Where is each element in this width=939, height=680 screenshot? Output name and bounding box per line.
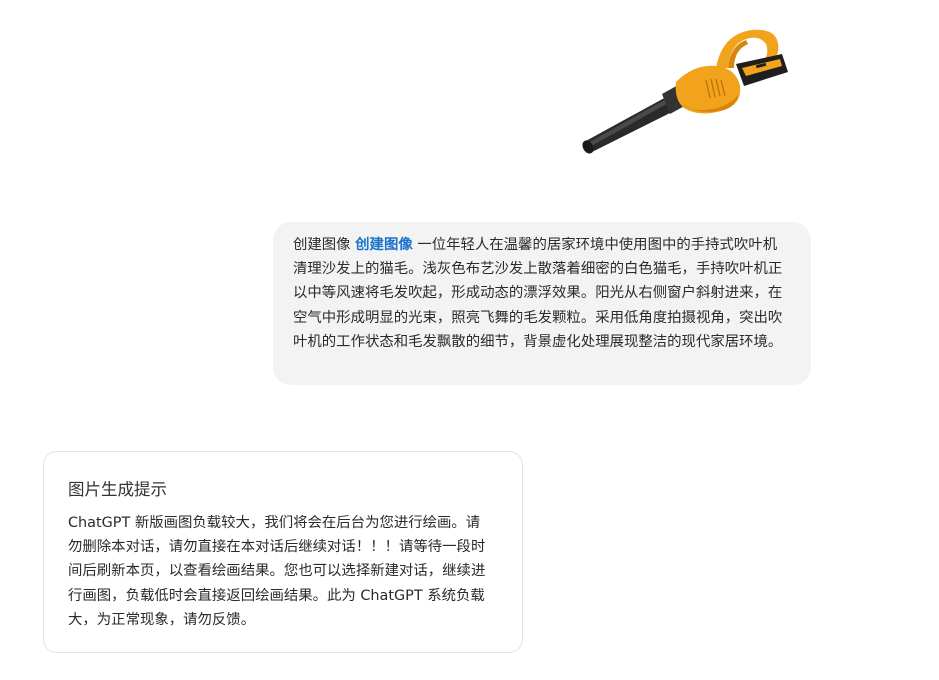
blower-nozzle	[582, 84, 688, 154]
chat-page: 创建图像 创建图像 一位年轻人在温馨的居家环境中使用图中的手持式吹叶机清理沙发上…	[0, 0, 939, 680]
user-message-bubble: 创建图像 创建图像 一位年轻人在温馨的居家环境中使用图中的手持式吹叶机清理沙发上…	[273, 222, 811, 385]
notice-body: ChatGPT 新版画图负载较大，我们将会在后台为您进行绘画。请勿删除本对话，请…	[68, 515, 486, 628]
uploaded-leaf-blower-image[interactable]	[576, 24, 796, 158]
create-image-tag[interactable]: 创建图像	[355, 237, 413, 253]
notice-title: 图片生成提示	[68, 480, 167, 499]
user-message-prefix: 创建图像	[293, 237, 351, 253]
blower-battery	[736, 54, 788, 86]
user-message-text: 一位年轻人在温馨的居家环境中使用图中的手持式吹叶机清理沙发上的猫毛。浅灰色布艺沙…	[293, 237, 783, 350]
blower-body	[675, 65, 741, 114]
image-generation-notice-card: 图片生成提示 ChatGPT 新版画图负载较大，我们将会在后台为您进行绘画。请勿…	[43, 451, 523, 653]
